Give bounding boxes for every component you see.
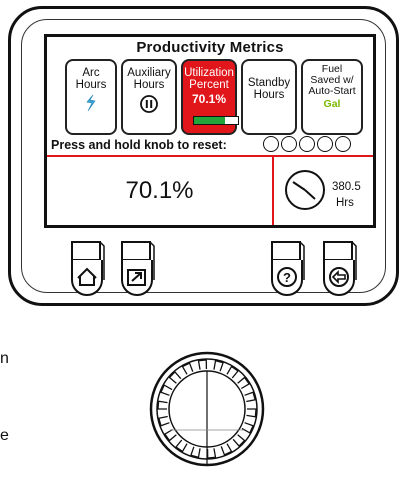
hours-value: 380.5	[332, 181, 361, 193]
reset-dot	[299, 136, 315, 152]
side-text-fragment: e	[0, 427, 9, 444]
clock-icon	[285, 170, 325, 210]
tile-label-line1: Utilization	[184, 67, 234, 79]
divider-horizontal	[47, 155, 373, 157]
pause-icon	[140, 95, 158, 113]
home-button[interactable]	[66, 240, 108, 298]
tile-label-line3: Auto-Start	[308, 85, 356, 97]
tile-auxiliary-hours[interactable]: Auxiliary Hours	[121, 59, 177, 135]
svg-text:?: ?	[283, 270, 291, 285]
tile-label-line2: Hours	[133, 79, 165, 91]
fuel-unit-label: Gal	[323, 98, 341, 110]
export-button[interactable]	[116, 240, 158, 298]
help-button[interactable]: ?	[266, 240, 308, 298]
tile-arc-hours[interactable]: Arc Hours	[65, 59, 117, 135]
main-value-readout: 70.1%	[125, 177, 194, 204]
tile-label-line1: Arc	[82, 67, 100, 79]
divider-vertical	[272, 157, 274, 225]
tile-standby-hours[interactable]: Standby Hours	[241, 59, 297, 135]
reset-dot	[263, 136, 279, 152]
utilization-value: 70.1%	[191, 92, 227, 106]
tile-label-line2: Hours	[253, 89, 285, 101]
back-button[interactable]	[318, 240, 360, 298]
utilization-progress-bar	[193, 116, 239, 125]
tile-label-line1: Auxiliary	[127, 67, 171, 79]
tile-utilization-percent[interactable]: Utilization Percent 70.1%	[181, 59, 239, 135]
tile-label-line2: Percent	[189, 79, 229, 91]
reset-indicator-dots	[263, 136, 353, 157]
side-text-fragment: n	[0, 350, 9, 367]
page-title: Productivity Metrics	[136, 39, 284, 56]
reset-dot	[317, 136, 333, 152]
tile-label-line2: Hours	[75, 79, 107, 91]
reset-dot	[281, 136, 297, 152]
control-knob[interactable]	[148, 350, 266, 468]
utilization-progress-fill	[194, 117, 225, 124]
arc-bolt-icon	[86, 94, 96, 112]
lcd-screen: Productivity Metrics Arc Hours Auxiliary…	[44, 34, 376, 228]
tile-label-line1: Standby	[247, 77, 291, 89]
hours-unit: Hrs	[336, 197, 354, 209]
tile-fuel-saved[interactable]: Fuel Saved w/ Auto-Start Gal	[301, 59, 363, 135]
reset-dot	[335, 136, 351, 152]
reset-prompt: Press and hold knob to reset:	[51, 138, 227, 152]
